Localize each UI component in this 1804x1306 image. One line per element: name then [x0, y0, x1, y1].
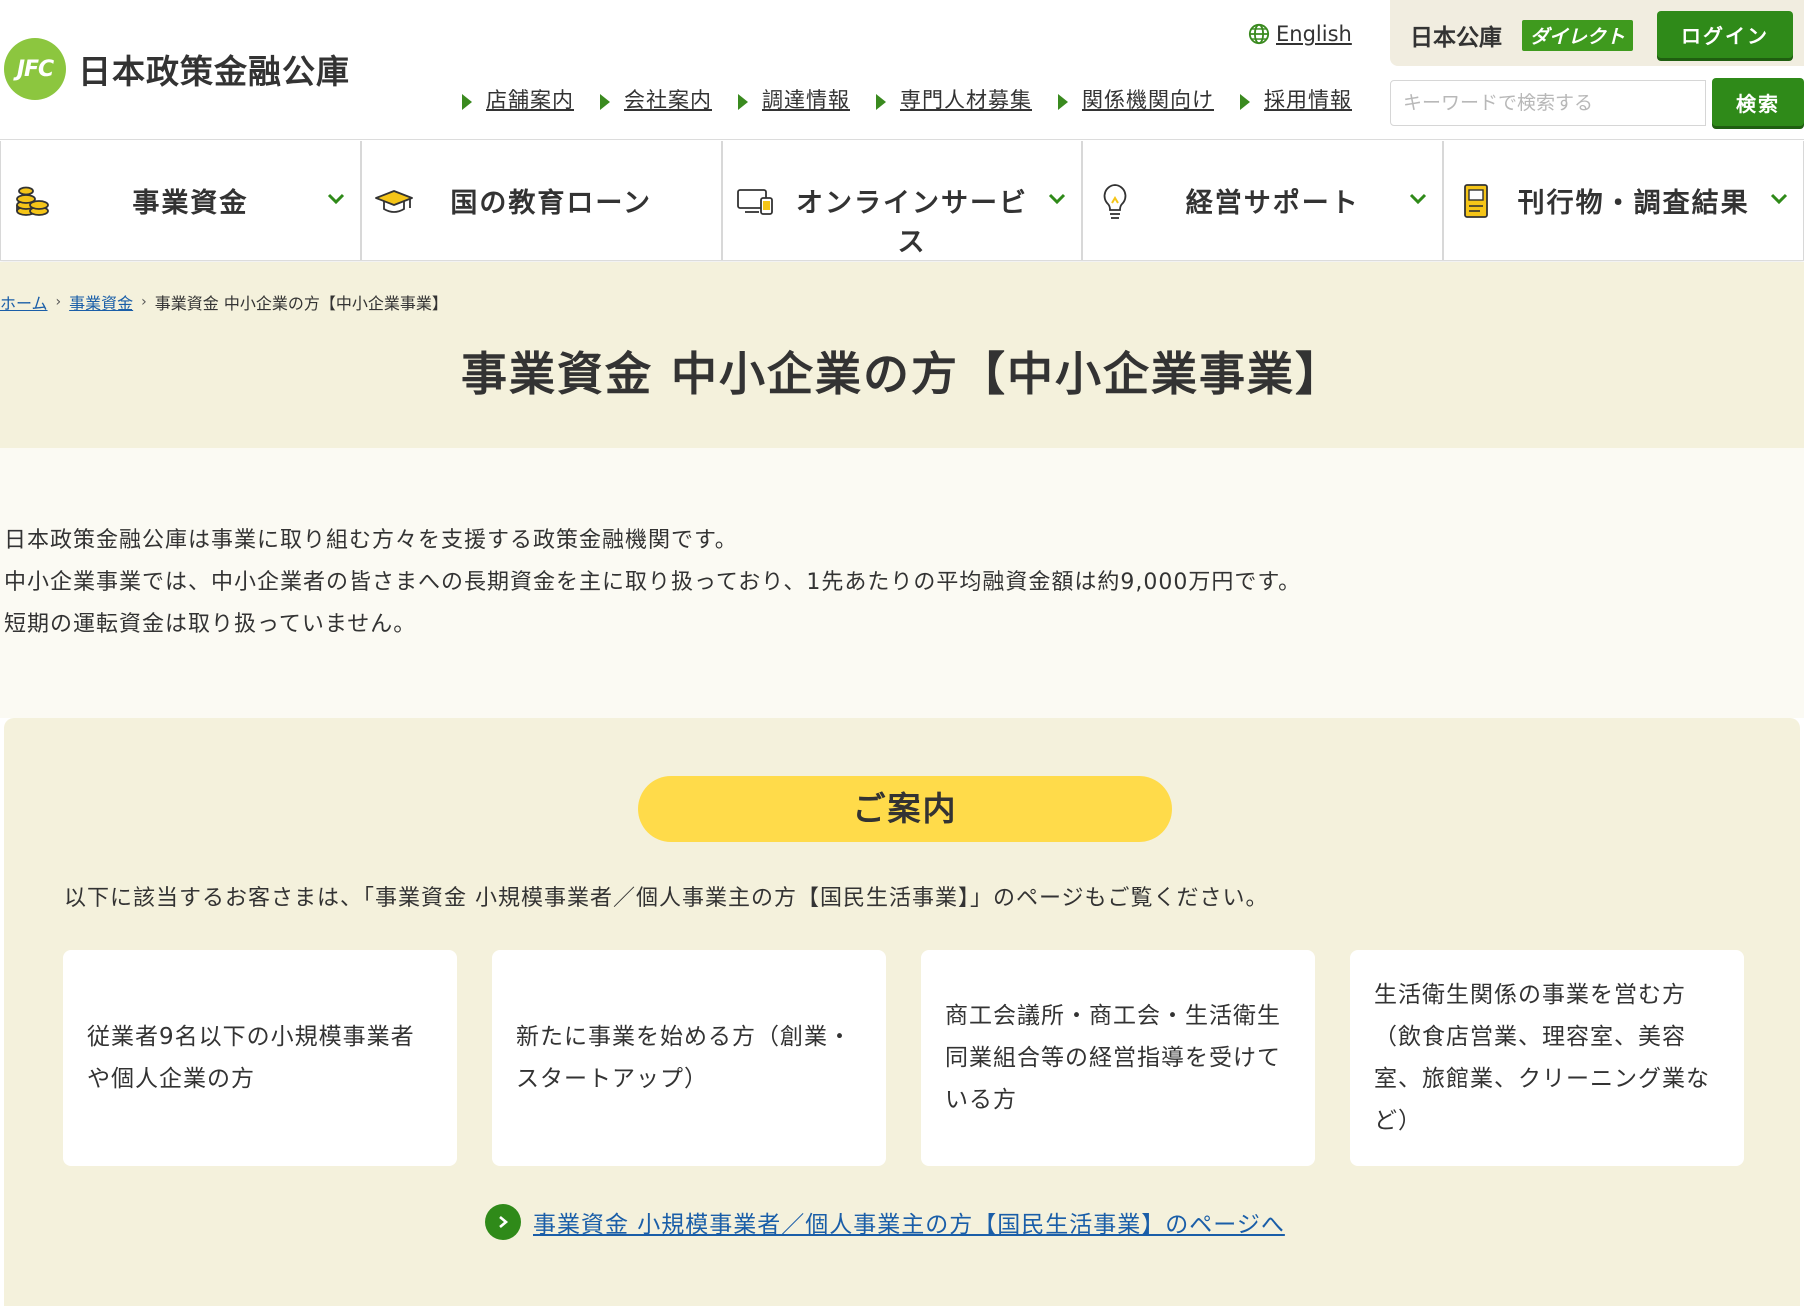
breadcrumb: ホーム › 事業資金 › 事業資金 中小企業の方【中小企業事業】	[0, 290, 448, 314]
graduation-cap-icon	[374, 190, 413, 213]
intro-text: 日本政策金融公庫は事業に取り組む方々を支援する政策金融機関です。 中小企業事業で…	[4, 520, 1301, 646]
utility-nav-label[interactable]: 関係機関向け	[1082, 84, 1214, 114]
chevron-down-icon	[327, 193, 344, 205]
guide-card: 従業者9名以下の小規模事業者や個人企業の方	[63, 950, 457, 1166]
triangle-right-icon	[738, 94, 748, 110]
utility-nav-item-recruit[interactable]: 採用情報	[1240, 84, 1352, 114]
site-logo[interactable]: JFC 日本政策金融公庫	[4, 38, 350, 100]
devices-icon	[736, 189, 773, 215]
utility-nav-label[interactable]: 専門人材募集	[900, 84, 1032, 114]
triangle-right-icon	[1240, 94, 1250, 110]
main-nav-item-publications[interactable]: 刊行物・調査結果	[1442, 141, 1804, 260]
guide-card: 新たに事業を始める方（創業・スタートアップ）	[492, 950, 886, 1166]
jfc-logo-mark: JFC	[4, 38, 66, 100]
title-band: ホーム › 事業資金 › 事業資金 中小企業の方【中小企業事業】 事業資金 中小…	[0, 262, 1804, 448]
intro-section: 日本政策金融公庫は事業に取り組む方々を支援する政策金融機関です。 中小企業事業で…	[0, 448, 1804, 718]
utility-nav-label[interactable]: 店舗案内	[486, 84, 574, 114]
utility-nav-item-stores[interactable]: 店舗案内	[462, 84, 574, 114]
page-title: 事業資金 中小企業の方【中小企業事業】	[460, 347, 1343, 401]
guide-link[interactable]: 事業資金 小規模事業者／個人事業主の方【国民生活事業】のページへ	[485, 1204, 1285, 1240]
main-nav-item-management-support[interactable]: 経営サポート	[1081, 141, 1442, 260]
guide-card-text: 生活衛生関係の事業を営む方（飲食店営業、理容室、美容室、旅館業、クリーニング業な…	[1374, 982, 1710, 1134]
search-button[interactable]: 検索	[1712, 78, 1804, 126]
breadcrumb-business-funds[interactable]: 事業資金	[69, 290, 133, 314]
chevron-right-icon: ›	[55, 294, 62, 310]
utility-nav-item-company[interactable]: 会社案内	[600, 84, 712, 114]
triangle-right-icon	[1058, 94, 1068, 110]
utility-nav-item-partners[interactable]: 関係機関向け	[1058, 84, 1214, 114]
guide-card-text: 商工会議所・商工会・生活衛生同業組合等の経営指導を受けている方	[945, 1003, 1281, 1113]
chevron-right-icon: ›	[141, 294, 147, 310]
main-nav-label: 経営サポート	[1185, 188, 1360, 219]
guide-link-label[interactable]: 事業資金 小規模事業者／個人事業主の方【国民生活事業】のページへ	[533, 1205, 1285, 1239]
utility-nav-label[interactable]: 会社案内	[624, 84, 712, 114]
main-nav-label: 事業資金	[132, 188, 249, 219]
english-link[interactable]: English	[1276, 22, 1352, 46]
guide-card-text: 従業者9名以下の小規模事業者や個人企業の方	[87, 1024, 415, 1092]
guide-text: 以下に該当するお客さまは、「事業資金 小規模事業者／個人事業主の方【国民生活事業…	[64, 886, 1269, 911]
breadcrumb-home[interactable]: ホーム	[0, 290, 48, 314]
search-input[interactable]	[1390, 80, 1706, 126]
utility-nav-item-specialists[interactable]: 専門人材募集	[876, 84, 1032, 114]
chevron-down-icon	[1410, 193, 1427, 205]
intro-line: 短期の運転資金は取り扱っていません。	[4, 612, 417, 637]
utility-nav: 店舗案内 会社案内 調達情報 専門人材募集 関係機関向け 採用情報	[462, 84, 1352, 114]
main-nav-label: オンラインサービス	[795, 188, 1028, 258]
direct-login-box: 日本公庫 ダイレクト ログイン	[1390, 0, 1804, 66]
intro-line: 日本政策金融公庫は事業に取り組む方々を支援する政策金融機関です。	[4, 528, 738, 553]
guide-panel: ご案内 以下に該当するお客さまは、「事業資金 小規模事業者／個人事業主の方【国民…	[4, 718, 1800, 1306]
guide-heading: ご案内	[638, 776, 1172, 842]
utility-nav-label[interactable]: 調達情報	[762, 84, 850, 114]
circle-arrow-right-icon	[485, 1204, 521, 1240]
intro-line: 中小企業事業では、中小企業者の皆さまへの長期資金を主に取り扱っており、1先あたり…	[4, 570, 1302, 595]
logo-text: 日本政策金融公庫	[78, 52, 350, 91]
utility-nav-item-procurement[interactable]: 調達情報	[738, 84, 850, 114]
document-icon	[1464, 184, 1489, 218]
utility-nav-label[interactable]: 採用情報	[1264, 84, 1352, 114]
guide-card: 商工会議所・商工会・生活衛生同業組合等の経営指導を受けている方	[921, 950, 1315, 1166]
triangle-right-icon	[462, 94, 472, 110]
triangle-right-icon	[876, 94, 886, 110]
breadcrumb-current: 事業資金 中小企業の方【中小企業事業】	[154, 294, 448, 313]
chevron-down-icon	[1770, 193, 1788, 205]
main-nav-label: 国の教育ローン	[450, 188, 653, 219]
direct-label: 日本公庫	[1410, 25, 1502, 51]
site-header: JFC 日本政策金融公庫 English 店舗案内 会社案内 調達情報 専門人材…	[0, 0, 1804, 140]
globe-icon	[1248, 23, 1270, 45]
main-nav-item-online-services[interactable]: オンラインサービス	[720, 141, 1082, 260]
guide-card: 生活衛生関係の事業を営む方（飲食店営業、理容室、美容室、旅館業、クリーニング業な…	[1350, 950, 1744, 1166]
guide-cards: 従業者9名以下の小規模事業者や個人企業の方 新たに事業を始める方（創業・スタート…	[63, 950, 1744, 1166]
main-nav-item-education-loan[interactable]: 国の教育ローン	[359, 141, 721, 260]
login-button[interactable]: ログイン	[1657, 11, 1793, 58]
chevron-down-icon	[1049, 193, 1066, 205]
main-nav-label: 刊行物・調査結果	[1517, 188, 1750, 219]
language-switch[interactable]: English	[1248, 22, 1352, 46]
main-nav-item-business-funds[interactable]: 事業資金	[0, 141, 360, 260]
coins-icon	[16, 186, 49, 216]
triangle-right-icon	[600, 94, 610, 110]
direct-badge: ダイレクト	[1522, 20, 1634, 51]
lightbulb-icon	[1104, 184, 1127, 219]
main-nav: 事業資金 国の教育ローン オンラインサービス 経営サポート 刊行物・調査結果	[0, 141, 1804, 261]
guide-card-text: 新たに事業を始める方（創業・スタートアップ）	[516, 1024, 852, 1092]
